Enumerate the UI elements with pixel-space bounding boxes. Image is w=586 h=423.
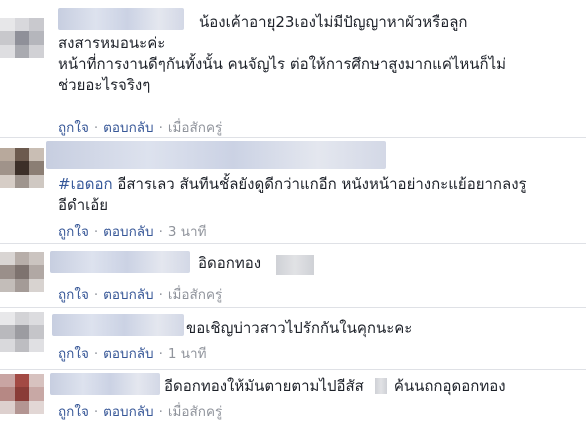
redacted-text bbox=[276, 255, 314, 275]
avatar[interactable] bbox=[0, 374, 44, 414]
timestamp[interactable]: เมื่อสักครู่ bbox=[168, 287, 222, 303]
separator-dot: · bbox=[158, 224, 163, 240]
comment-text: อิดอกทอง bbox=[198, 254, 262, 272]
reply-button[interactable]: ตอบกลับ bbox=[103, 287, 153, 303]
separator-dot: · bbox=[93, 287, 99, 303]
comment-actions: ถูกใจ · ตอบกลับ · เมื่อสักครู่ bbox=[58, 119, 222, 137]
hashtag-link[interactable]: #เอดอก bbox=[58, 175, 113, 193]
commenter-name[interactable] bbox=[50, 251, 190, 273]
like-button[interactable]: ถูกใจ bbox=[58, 224, 89, 240]
redacted-text bbox=[375, 378, 387, 394]
reply-button[interactable]: ตอบกลับ bbox=[103, 346, 153, 362]
comment-text: อีดอกทองให้มันตายตามไปอีสัส ค้นนถกอุดอกทอ… bbox=[164, 377, 506, 395]
timestamp[interactable]: เมื่อสักครู่ bbox=[168, 120, 222, 136]
reply-button[interactable]: ตอบกลับ bbox=[103, 404, 153, 420]
separator-dot: · bbox=[158, 346, 163, 362]
avatar[interactable] bbox=[0, 252, 44, 292]
avatar[interactable] bbox=[0, 148, 44, 188]
comment-5: อีดอกทองให้มันตายตามไปอีสัส ค้นนถกอุดอกทอ… bbox=[0, 370, 586, 423]
avatar[interactable] bbox=[0, 312, 44, 352]
separator-dot: · bbox=[158, 287, 163, 303]
comment-text: น้องเค้าอายุ23เองไม่มีปัญญาหาผัวหรือลูก … bbox=[58, 13, 507, 94]
commenter-name[interactable] bbox=[50, 373, 160, 395]
timestamp[interactable]: 3 นาที bbox=[168, 224, 207, 240]
comment-text: ขอเชิญบ่าวสาวไปรักกันในคุกนะคะ bbox=[186, 319, 413, 337]
separator-dot: · bbox=[93, 346, 99, 362]
like-button[interactable]: ถูกใจ bbox=[58, 287, 89, 303]
separator-dot: · bbox=[158, 404, 163, 420]
separator-dot: · bbox=[93, 224, 99, 240]
comment-2: #เอดอก อีสารเลว สันทีนชั้ลยังดูดีกว่าแกอ… bbox=[0, 138, 586, 242]
comment-text: #เอดอก อีสารเลว สันทีนชั้ลยังดูดีกว่าแกอ… bbox=[58, 175, 527, 214]
comment-4: ขอเชิญบ่าวสาวไปรักกันในคุกนะคะ ถูกใจ · ตอบ… bbox=[0, 308, 586, 368]
comment-1: น้องเค้าอายุ23เองไม่มีปัญญาหาผัวหรือลูก … bbox=[0, 0, 586, 136]
avatar[interactable] bbox=[0, 18, 44, 58]
commenter-name[interactable] bbox=[52, 314, 184, 336]
timestamp[interactable]: เมื่อสักครู่ bbox=[168, 404, 222, 420]
comment-actions: ถูกใจ · ตอบกลับ · 1 นาที bbox=[58, 345, 207, 363]
comment-actions: ถูกใจ · ตอบกลับ · เมื่อสักครู่ bbox=[58, 403, 222, 421]
like-button[interactable]: ถูกใจ bbox=[58, 404, 89, 420]
reply-button[interactable]: ตอบกลับ bbox=[103, 120, 153, 136]
comment-actions: ถูกใจ · ตอบกลับ · 3 นาที bbox=[58, 223, 207, 241]
comment-3: อิดอกทอง ถูกใจ · ตอบกลับ · เมื่อสักครู่ bbox=[0, 244, 586, 306]
comment-actions: ถูกใจ · ตอบกลับ · เมื่อสักครู่ bbox=[58, 286, 222, 304]
like-button[interactable]: ถูกใจ bbox=[58, 120, 89, 136]
separator-dot: · bbox=[93, 404, 99, 420]
separator-dot: · bbox=[93, 120, 99, 136]
commenter-name[interactable] bbox=[46, 141, 386, 169]
timestamp[interactable]: 1 นาที bbox=[168, 346, 207, 362]
separator-dot: · bbox=[158, 120, 163, 136]
reply-button[interactable]: ตอบกลับ bbox=[103, 224, 153, 240]
like-button[interactable]: ถูกใจ bbox=[58, 346, 89, 362]
